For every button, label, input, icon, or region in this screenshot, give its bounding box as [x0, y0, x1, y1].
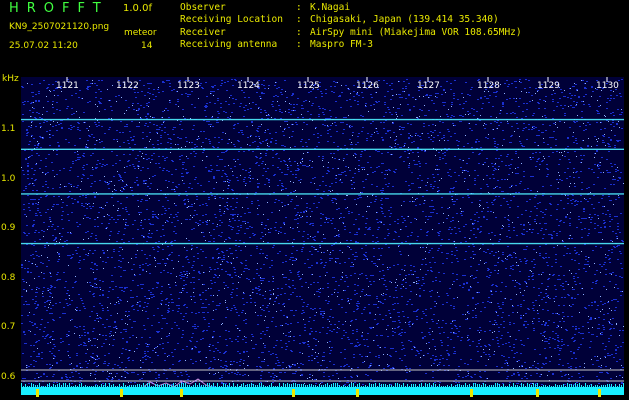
y-tick-label: 1.0	[1, 174, 16, 184]
capture-datetime: 25.07.02 11:20	[9, 41, 78, 51]
minute-marker	[598, 389, 601, 397]
x-tick-label: 1124	[237, 81, 260, 91]
info-row-antenna: Receiving antenna: Maspro FM-3	[180, 39, 522, 51]
info-row-receiver: Receiver: AirSpy mini (Miakejima VOR 108.…	[180, 27, 522, 39]
x-tick-label: 1130	[596, 81, 619, 91]
info-value: K.Nagai	[310, 2, 351, 13]
x-tick-label: 1125	[297, 81, 320, 91]
x-tick-label: 1126	[356, 81, 379, 91]
info-row-location: Receiving Location: Chigasaki, Japan (139…	[180, 14, 522, 26]
info-value: Maspro FM-3	[310, 38, 373, 50]
meteor-count-value: 14	[141, 41, 153, 51]
info-row-observer: Observer: K.Nagai	[180, 2, 522, 14]
x-tick-label: 1127	[417, 81, 440, 91]
info-key: Observer	[180, 2, 226, 13]
x-tick-label: 1122	[116, 81, 139, 91]
baseline-strip	[21, 387, 624, 395]
x-tick-label: 1121	[56, 81, 79, 91]
minute-marker	[356, 389, 359, 397]
minute-marker	[536, 389, 539, 397]
info-key: Receiving Location	[180, 14, 283, 26]
info-value: Chigasaki, Japan (139.414 35.340)	[310, 14, 499, 26]
minute-marker	[36, 389, 39, 397]
x-tick-label: 1128	[477, 81, 500, 91]
y-tick-label: 0.6	[1, 372, 16, 382]
y-tick-label: 1.1	[1, 124, 16, 134]
minute-marker	[120, 389, 123, 397]
station-info: Observer: K.Nagai Receiving Location: Chig…	[180, 2, 522, 51]
info-key: Receiver	[180, 26, 226, 38]
minute-marker	[470, 389, 473, 397]
meteor-count-label: meteor	[124, 28, 157, 38]
app-title: HROFFT	[9, 1, 109, 16]
info-key: Receiving antenna	[180, 38, 278, 50]
info-value: AirSpy mini (Miakejima VOR 108.65MHz)	[310, 26, 522, 38]
app-version: 1.0.0f	[123, 3, 152, 14]
x-tick-label: 1129	[537, 81, 560, 91]
info-separator: :	[296, 14, 302, 26]
y-axis-unit: kHz	[2, 74, 19, 84]
image-filename: KN9_2507021120.png	[9, 22, 110, 32]
x-tick-label: 1123	[177, 81, 200, 91]
info-separator: :	[296, 2, 302, 13]
info-separator: :	[296, 26, 302, 38]
y-tick-label: 0.7	[1, 322, 16, 332]
minute-marker	[292, 389, 295, 397]
info-separator: :	[296, 38, 302, 50]
minute-marker	[180, 389, 183, 397]
y-tick-label: 0.9	[1, 223, 16, 233]
waterfall-spectrogram	[21, 77, 624, 397]
y-tick-label: 0.8	[1, 273, 16, 283]
